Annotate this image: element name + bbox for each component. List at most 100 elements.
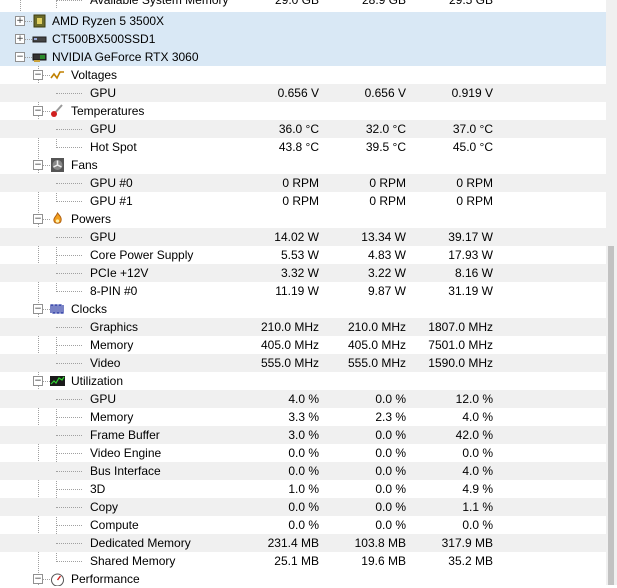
group-temperatures[interactable]: − Temperatures [0, 102, 606, 120]
sensor-max: 17.93 W [448, 248, 493, 262]
sensor-min: 3.22 W [367, 266, 406, 280]
sensor-row[interactable]: Memory 3.3 % 2.3 % 4.0 % [0, 408, 606, 426]
collapse-icon[interactable]: − [15, 52, 25, 62]
sensor-min: 555.0 MHz [347, 356, 406, 370]
sensor-value: 4.0 % [288, 392, 319, 406]
sensor-max: 0 RPM [456, 194, 493, 208]
sensor-row[interactable]: Video Engine 0.0 % 0.0 % 0.0 % [0, 444, 606, 462]
sensor-row[interactable]: Compute 0.0 % 0.0 % 0.0 % [0, 516, 606, 534]
fan-icon [51, 158, 64, 172]
sensor-max: 39.17 W [448, 230, 493, 244]
clock-signal-icon [50, 304, 64, 314]
sensor-min: 9.87 W [367, 284, 406, 298]
sensor-min: 0.0 % [375, 482, 406, 496]
group-performance[interactable]: − Performance [0, 570, 606, 588]
tree-node-cpu[interactable]: + AMD Ryzen 5 3500X [0, 12, 606, 30]
sensor-row[interactable]: GPU 4.0 % 0.0 % 12.0 % [0, 390, 606, 408]
sensor-max: 4.9 % [462, 482, 493, 496]
sensor-row[interactable]: Graphics 210.0 MHz 210.0 MHz 1807.0 MHz [0, 318, 606, 336]
sensor-min: 0.0 % [375, 500, 406, 514]
sensor-min: 405.0 MHz [347, 338, 406, 352]
sensor-row[interactable]: Dedicated Memory 231.4 MB 103.8 MB 317.9… [0, 534, 606, 552]
sensor-value: 29.0 GB [274, 0, 319, 7]
device-label: CT500BX500SSD1 [52, 32, 156, 46]
sensor-row[interactable]: Bus Interface 0.0 % 0.0 % 4.0 % [0, 462, 606, 480]
sensor-value: 405.0 MHz [260, 338, 319, 352]
sensor-label: Dedicated Memory [90, 536, 191, 550]
sensor-max: 0.0 % [462, 446, 493, 460]
expand-icon[interactable]: + [15, 34, 25, 44]
sensor-value: 0.656 V [277, 86, 319, 100]
sensor-row-available-memory[interactable]: Available System Memory 29.0 GB 28.9 GB … [0, 0, 606, 9]
sensor-label: Shared Memory [90, 554, 176, 568]
collapse-icon[interactable]: − [33, 304, 43, 314]
group-fans[interactable]: − Fans [0, 156, 606, 174]
group-voltages[interactable]: − Voltages [0, 66, 606, 84]
sensor-row[interactable]: Video 555.0 MHz 555.0 MHz 1590.0 MHz [0, 354, 606, 372]
sensor-row[interactable]: PCIe +12V 3.32 W 3.22 W 8.16 W [0, 264, 606, 282]
sensor-label: Available System Memory [90, 0, 229, 7]
group-utilization[interactable]: − Utilization [0, 372, 606, 390]
sensor-min: 0.0 % [375, 464, 406, 478]
sensor-max: 29.5 GB [448, 0, 493, 7]
sensor-row[interactable]: Memory 405.0 MHz 405.0 MHz 7501.0 MHz [0, 336, 606, 354]
sensor-value: 25.1 MB [274, 554, 319, 568]
collapse-icon[interactable]: − [33, 214, 43, 224]
tree-node-gpu[interactable]: − NVIDIA GeForce RTX 3060 [0, 48, 606, 66]
collapse-icon[interactable]: − [33, 160, 43, 170]
sensor-row[interactable]: 3D 1.0 % 0.0 % 4.9 % [0, 480, 606, 498]
sensor-value: 555.0 MHz [260, 356, 319, 370]
device-label: AMD Ryzen 5 3500X [52, 14, 165, 28]
expand-icon[interactable]: + [15, 16, 25, 26]
sensor-row[interactable]: GPU #0 0 RPM 0 RPM 0 RPM [0, 174, 606, 192]
sensor-row[interactable]: Copy 0.0 % 0.0 % 1.1 % [0, 498, 606, 516]
sensor-min: 0.656 V [364, 86, 406, 100]
sensor-min: 28.9 GB [361, 0, 406, 7]
sensor-min: 4.83 W [367, 248, 406, 262]
sensor-min: 32.0 °C [365, 122, 406, 136]
sensor-value: 11.19 W [275, 284, 319, 298]
sensor-tree: Available System Memory 29.0 GB 28.9 GB … [0, 0, 606, 588]
sensor-label: Bus Interface [90, 464, 161, 478]
sensor-row[interactable]: GPU 0.656 V 0.656 V 0.919 V [0, 84, 606, 102]
group-clocks[interactable]: − Clocks [0, 300, 606, 318]
sensor-label: GPU [90, 230, 117, 244]
sensor-min: 210.0 MHz [347, 320, 406, 334]
sensor-label: PCIe +12V [90, 266, 149, 280]
collapse-icon[interactable]: − [33, 70, 43, 80]
tree-node-ssd[interactable]: + CT500BX500SSD1 [0, 30, 606, 48]
sensor-row[interactable]: GPU 14.02 W 13.34 W 39.17 W [0, 228, 606, 246]
sensor-row[interactable]: 8-PIN #0 11.19 W 9.87 W 31.19 W [0, 282, 606, 300]
sensor-value: 0.0 % [288, 464, 319, 478]
sensor-max: 31.19 W [448, 284, 493, 298]
sensor-value: 1.0 % [288, 482, 319, 496]
sensor-row[interactable]: Hot Spot 43.8 °C 39.5 °C 45.0 °C [0, 138, 606, 156]
sensor-min: 0.0 % [375, 428, 406, 442]
sensor-label: GPU [90, 392, 117, 406]
scrollbar-thumb[interactable] [608, 246, 614, 585]
sensor-value: 14.02 W [274, 230, 319, 244]
sensor-min: 0 RPM [369, 194, 406, 208]
sensor-row[interactable]: Frame Buffer 3.0 % 0.0 % 42.0 % [0, 426, 606, 444]
sensor-label: GPU [90, 86, 117, 100]
sensor-min: 0 RPM [369, 176, 406, 190]
collapse-icon[interactable]: − [33, 106, 43, 116]
group-label: Performance [71, 572, 140, 586]
sensor-row[interactable]: GPU 36.0 °C 32.0 °C 37.0 °C [0, 120, 606, 138]
sensor-label: GPU [90, 122, 117, 136]
sensor-value: 3.3 % [288, 410, 319, 424]
collapse-icon[interactable]: − [33, 376, 43, 386]
sensor-row[interactable]: GPU #1 0 RPM 0 RPM 0 RPM [0, 192, 606, 210]
sensor-max: 1590.0 MHz [428, 356, 493, 370]
vertical-scrollbar[interactable] [606, 0, 617, 585]
sensor-max: 1.1 % [462, 500, 493, 514]
group-powers[interactable]: − Powers [0, 210, 606, 228]
collapse-icon[interactable]: − [33, 574, 43, 584]
sensor-row[interactable]: Core Power Supply 5.53 W 4.83 W 17.93 W [0, 246, 606, 264]
sensor-row[interactable]: Shared Memory 25.1 MB 19.6 MB 35.2 MB [0, 552, 606, 570]
sensor-label: Compute [90, 518, 139, 532]
sensor-label: Video [90, 356, 121, 370]
sensor-label: GPU #1 [90, 194, 133, 208]
sensor-max: 317.9 MB [441, 536, 493, 550]
sensor-label: Frame Buffer [90, 428, 160, 442]
